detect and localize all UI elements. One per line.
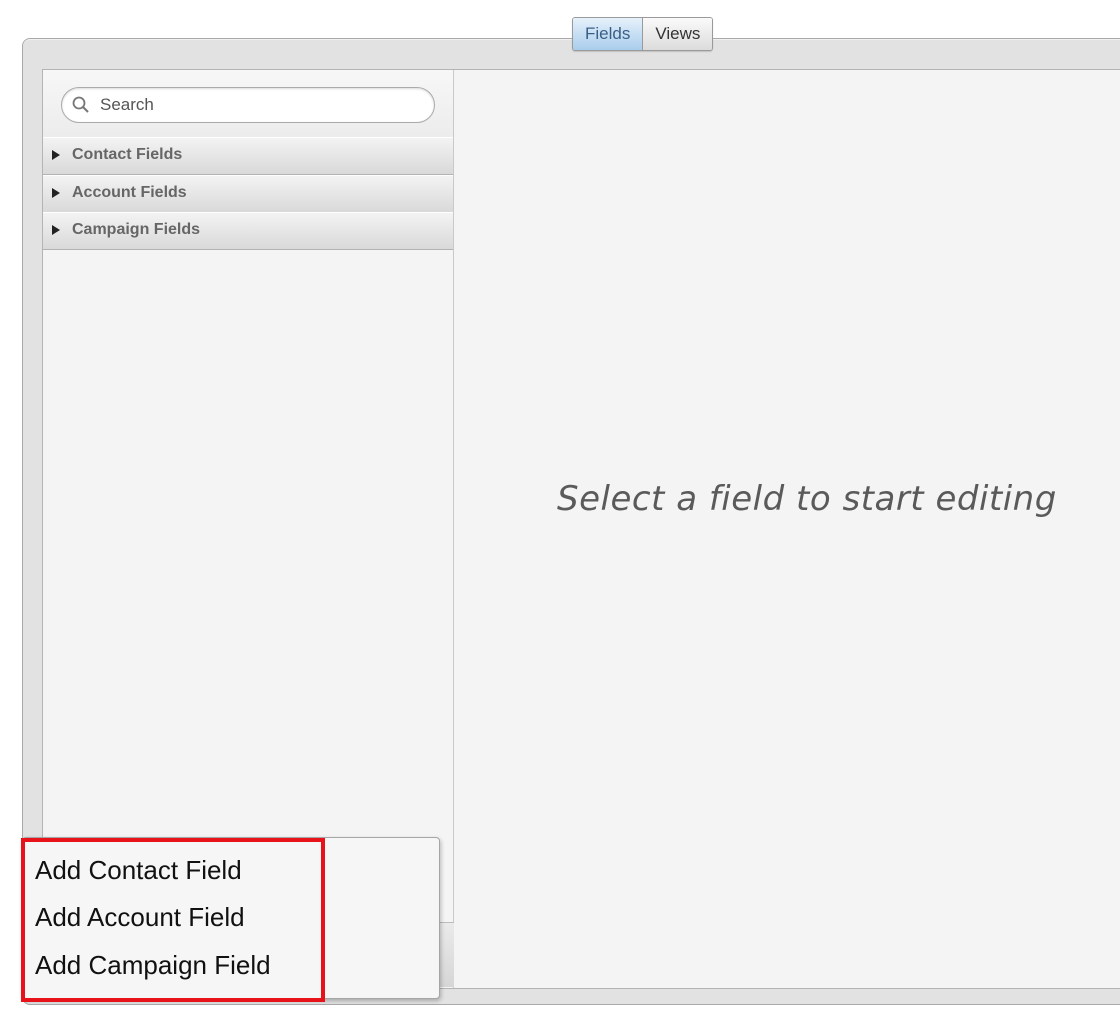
menu-item-add-contact-field[interactable]: Add Contact Field xyxy=(35,855,242,886)
empty-state-message: Select a field to start editing xyxy=(557,479,1057,519)
view-tab-bar: Fields Views xyxy=(572,17,714,51)
search-icon xyxy=(72,96,89,113)
field-editor-area: Select a field to start editing xyxy=(455,70,1120,988)
group-label: Campaign Fields xyxy=(72,221,201,238)
triangle-right-icon xyxy=(52,225,60,235)
menu-item-add-campaign-field[interactable]: Add Campaign Field xyxy=(35,950,271,981)
triangle-right-icon xyxy=(52,150,60,160)
triangle-right-icon xyxy=(52,188,60,198)
sidebar-group-campaign-fields[interactable]: Campaign Fields xyxy=(43,212,453,250)
add-field-menu: Add Contact Field Add Account Field Add … xyxy=(22,837,440,999)
menu-item-add-account-field[interactable]: Add Account Field xyxy=(35,902,245,933)
tab-views[interactable]: Views xyxy=(643,18,713,50)
group-label: Contact Fields xyxy=(72,146,183,163)
tab-fields[interactable]: Fields xyxy=(573,18,644,50)
search-input[interactable] xyxy=(100,93,420,117)
sidebar-group-contact-fields[interactable]: Contact Fields xyxy=(43,137,453,175)
search-area xyxy=(43,70,453,137)
group-label: Account Fields xyxy=(72,184,187,201)
search-box[interactable] xyxy=(61,87,435,123)
sidebar-group-account-fields[interactable]: Account Fields xyxy=(43,175,453,213)
app-frame: Fields Views Contact Fields Account F xyxy=(0,0,1120,1015)
